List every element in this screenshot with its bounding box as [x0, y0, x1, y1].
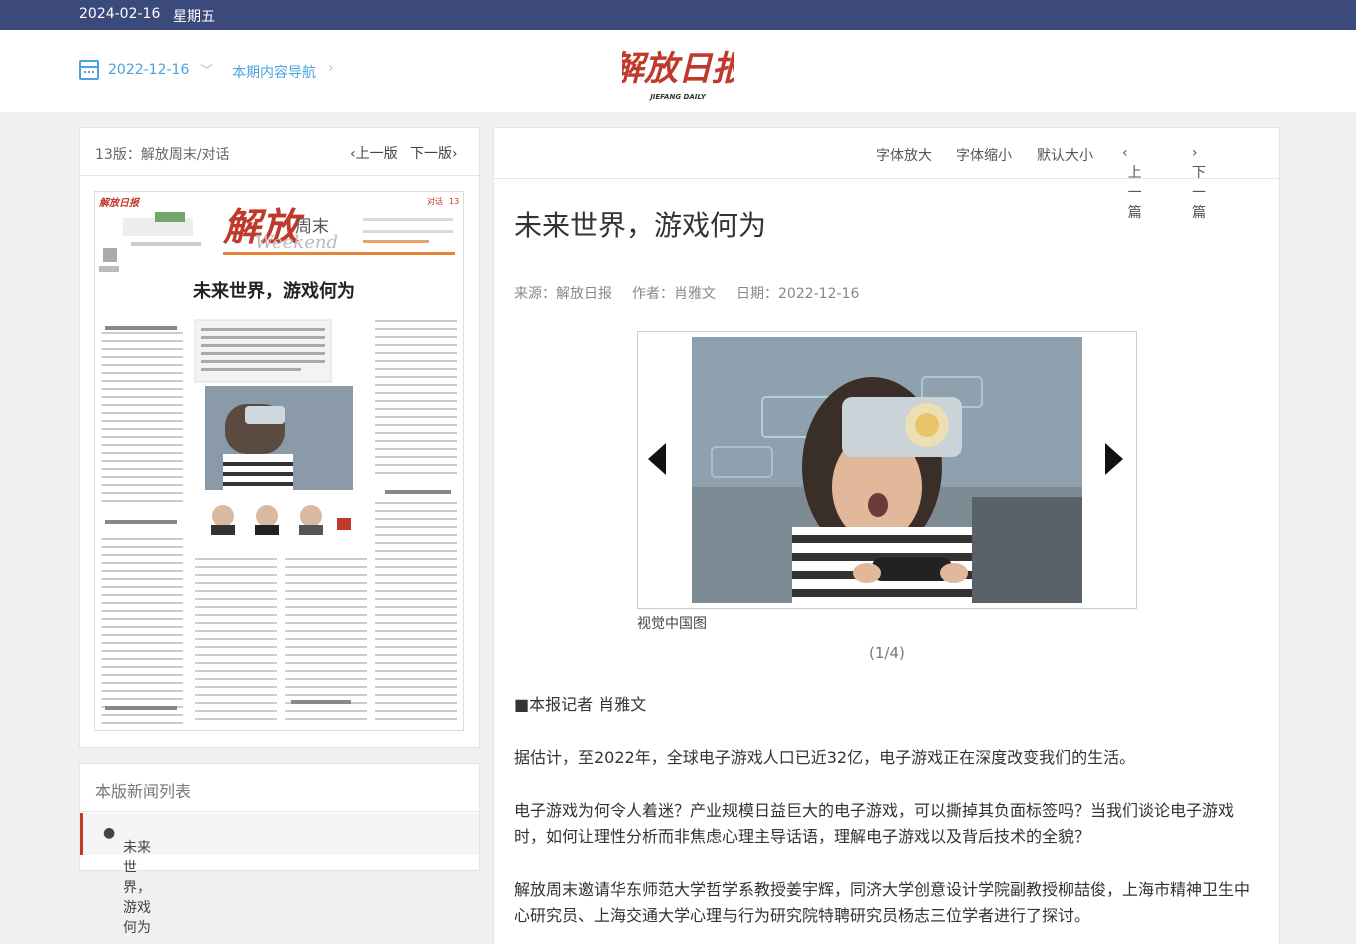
jiefang-daily-logo[interactable]: 解放日报 JIEFANG DAILY	[622, 44, 734, 104]
prev-article-button[interactable]: ‹ 上一篇	[1122, 145, 1142, 221]
gallery-prev-arrow[interactable]	[648, 443, 666, 475]
thumb-supplement-en: Weekend	[255, 232, 338, 253]
list-item-text: 未来世界，游戏何为	[123, 840, 151, 936]
font-enlarge-button[interactable]: 字体放大	[876, 145, 932, 165]
prev-article-label: 上一篇	[1127, 165, 1142, 221]
list-item[interactable]: ● 未来世界，游戏何为	[80, 813, 479, 936]
article-byline: ■本报记者 肖雅文	[514, 695, 647, 714]
article-author: 作者：肖雅文	[632, 286, 716, 302]
article-toolbar: 字体放大 字体缩小 默认大小 ‹ 上一篇 下一篇 ›	[494, 128, 1279, 221]
logo-text-cn: 解放日报	[622, 49, 734, 89]
font-shrink-button[interactable]: 字体缩小	[956, 145, 1012, 165]
thumb-page-no: 13	[449, 197, 459, 206]
next-page-label: 下一版	[410, 146, 452, 162]
newspaper-page-thumbnail[interactable]: 解放日报 解放 周末 Weekend 对话 13 未来世界，游戏何为	[94, 191, 464, 731]
page-panel-header: 13版：解放周末/对话 ‹上一版 下一版›	[80, 128, 479, 176]
chevron-right-icon[interactable]: ›	[328, 60, 334, 76]
prev-page-button[interactable]: ‹上一版	[350, 143, 398, 163]
news-list-heading: 本版新闻列表	[95, 782, 192, 801]
article-paragraph: 电子游戏为何令人着迷？产业规模日益巨大的电子游戏，可以撕掉其负面标签吗？当我们谈…	[514, 801, 1235, 846]
logo-text-en: JIEFANG DAILY	[648, 93, 707, 101]
issue-nav-link[interactable]: 本期内容导航	[232, 62, 316, 82]
header: 2022-12-16 ﹀ 本期内容导航 › 解放日报 JIEFANG DAILY	[0, 30, 1356, 112]
font-default-button[interactable]: 默认大小	[1037, 145, 1093, 165]
article-source: 来源：解放日报	[514, 286, 612, 302]
svg-text:解放日报: 解放日报	[98, 197, 141, 209]
gallery-next-arrow[interactable]	[1105, 443, 1123, 475]
calendar-icon[interactable]	[79, 60, 99, 80]
gallery-caption: 视觉中国图	[637, 616, 707, 632]
gallery-counter: (1/4)	[869, 644, 905, 662]
news-list-header: 本版新闻列表	[80, 764, 479, 812]
article-paragraph: 解放周末邀请华东师范大学哲学系教授姜宇辉，同济大学创意设计学院副教授柳喆俊，上海…	[514, 880, 1251, 925]
news-list-panel: 本版新闻列表 ● 未来世界，游戏何为	[79, 763, 480, 936]
article-paragraph: 据估计，至2022年，全球电子游戏人口已近32亿，电子游戏正在深度改变我们的生活…	[514, 748, 1136, 767]
current-date: 2024-02-16	[79, 6, 161, 22]
page-panel: 13版：解放周末/对话 ‹上一版 下一版› 解放日报 解放 周末 Weekend…	[79, 127, 480, 748]
next-article-button[interactable]: 下一篇 ›	[1192, 145, 1206, 221]
next-article-label: 下一篇	[1192, 165, 1206, 221]
list-item-label: ● 未来世界，游戏何为	[103, 825, 151, 936]
page-title: 13版：解放周末/对话	[95, 147, 230, 163]
top-bar: 2024-02-16 星期五	[0, 0, 1356, 30]
article-title: 未来世界，游戏何为	[514, 209, 767, 242]
thumb-headline: 未来世界，游戏何为	[193, 280, 355, 302]
chevron-down-icon[interactable]: ﹀	[200, 60, 213, 79]
issue-date-selector[interactable]: 2022-12-16	[108, 62, 189, 78]
page-thumbnail-drawing: 解放日报 解放 周末 Weekend 对话 13 未来世界，游戏何为	[98, 196, 459, 724]
article-date: 日期：2022-12-16	[736, 286, 860, 302]
next-page-button[interactable]: 下一版›	[410, 143, 458, 163]
gallery-photo[interactable]	[692, 337, 1082, 603]
article-panel: 字体放大 字体缩小 默认大小 ‹ 上一篇 下一篇 › 未来世界，游戏何为 来源：解放…	[493, 127, 1280, 944]
prev-page-label: 上一版	[355, 146, 398, 162]
image-gallery	[637, 331, 1137, 609]
thumb-section: 对话	[427, 196, 443, 206]
current-weekday: 星期五	[173, 9, 215, 25]
